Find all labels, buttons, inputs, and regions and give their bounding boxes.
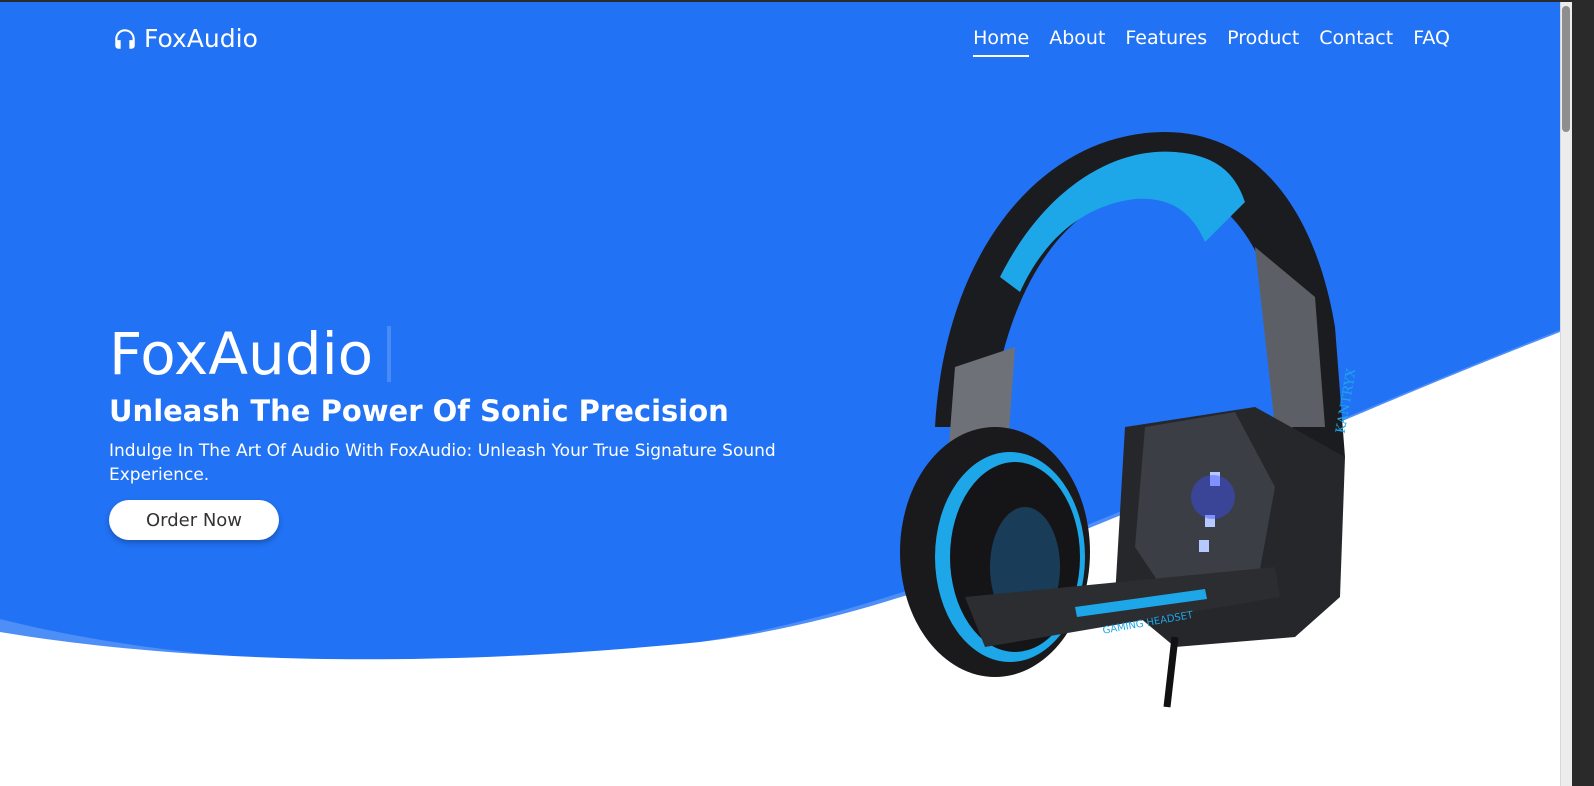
hero-description: Indulge In The Art Of Audio With FoxAudi… (109, 441, 776, 485)
nav-faq[interactable]: FAQ (1413, 27, 1450, 57)
brand-name: FoxAudio (144, 24, 258, 53)
nav-features[interactable]: Features (1125, 27, 1207, 57)
headset-cable (1163, 636, 1179, 708)
window-edge (1572, 0, 1594, 786)
hero-title-text: FoxAudio (109, 320, 374, 388)
typing-cursor (387, 326, 392, 382)
page-viewport: FoxAudio Home About Features Product Con… (0, 2, 1560, 786)
nav-home[interactable]: Home (973, 27, 1030, 57)
headband-pad (1000, 151, 1245, 292)
nav-product[interactable]: Product (1227, 27, 1299, 57)
led-glow (1191, 475, 1235, 519)
main-nav: Home About Features Product Contact FAQ (953, 27, 1450, 57)
brand-logo[interactable]: FoxAudio (112, 24, 258, 53)
nav-contact[interactable]: Contact (1319, 27, 1393, 57)
hero-title: FoxAudio (109, 320, 392, 388)
scrollbar-thumb[interactable] (1562, 6, 1570, 132)
order-now-button[interactable]: Order Now (109, 500, 279, 540)
headset-image: GAMING HEADSET KANTRYX (900, 132, 1355, 708)
hero-subtitle: Unleash The Power Of Sonic Precision (109, 394, 729, 428)
headphones-icon (115, 28, 135, 49)
nav-about[interactable]: About (1049, 27, 1105, 57)
led-3 (1199, 540, 1209, 552)
